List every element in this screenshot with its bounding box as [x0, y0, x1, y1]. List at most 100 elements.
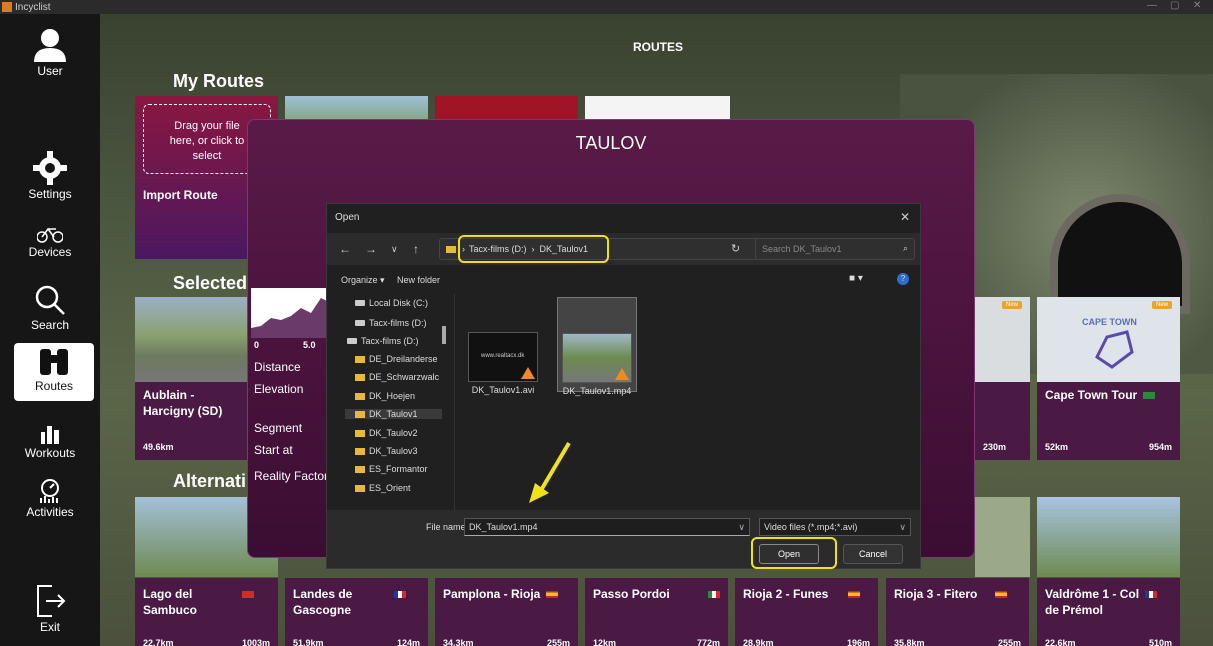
tree-item[interactable]: ES_Formantor [355, 464, 428, 474]
chevron-down-icon[interactable]: ∨ [899, 522, 906, 533]
import-route-title: Import Route [143, 188, 218, 202]
elevation-chart [251, 288, 331, 338]
back-arrow-icon[interactable]: ← [339, 242, 351, 256]
search-input[interactable]: Search DK_Taulov1 ⌕ [755, 238, 915, 260]
sidebar-item-user[interactable]: User [0, 28, 100, 78]
file-item-mp4[interactable]: DK_Taulov1.mp4 [557, 297, 637, 396]
distance-label: Distance [254, 360, 301, 374]
sidebar-label: Exit [39, 620, 60, 634]
sidebar-label: Workouts [24, 446, 76, 460]
forward-arrow-icon[interactable]: → [365, 242, 377, 256]
gear-icon [33, 151, 67, 185]
open-button-highlight [751, 537, 837, 569]
page-title: ROUTES [633, 40, 684, 54]
chevron-down-icon[interactable]: ∨ [738, 522, 745, 533]
video-thumbnail: www.realtacx.dk [468, 332, 538, 382]
route-map-icon [1095, 330, 1134, 369]
route-card-rioja2[interactable]: Rioja 2 - Funes 28.9km 196m [735, 578, 878, 646]
maximize-icon[interactable]: ▢ [1170, 0, 1179, 11]
tree-item[interactable]: DE_Dreilanderse [355, 354, 438, 364]
start-label: Start at [254, 443, 293, 457]
arrow-annotation-icon [529, 441, 571, 503]
route-card-rioja3[interactable]: Rioja 3 - Fitero 35.8km 255m [886, 578, 1029, 646]
route-card-lago[interactable]: Lago del Sambuco 22.7km 1003m [135, 578, 278, 646]
tree-item[interactable]: DE_Schwarzwalc [355, 372, 439, 382]
navigation-pane: Local Disk (C:) Tacx-films (D:) Tacx-fil… [327, 294, 454, 511]
vlc-icon [615, 368, 629, 380]
route-card-pordoi[interactable]: Passo Pordoi 12km 772m [585, 578, 728, 646]
route-card-cape-town[interactable]: CAPE TOWN New Cape Town Tour 52km 954m [1037, 297, 1180, 460]
sidebar-label: Devices [28, 245, 72, 259]
file-name-input[interactable]: DK_Taulov1.mp4 ∨ [464, 518, 750, 536]
cancel-button[interactable]: Cancel [843, 544, 903, 564]
breadcrumb-highlight [458, 235, 609, 263]
section-alternatives: Alternati [173, 471, 247, 491]
dialog-toolbar: Organize ▾ New folder ■ ▾ ? [327, 269, 920, 291]
activities-icon [40, 479, 59, 503]
app-title: Incyclist [15, 1, 51, 13]
up-arrow-icon[interactable]: ↑ [413, 242, 419, 256]
exit-icon [37, 585, 66, 617]
sidebar-item-exit[interactable]: Exit [0, 584, 100, 634]
reality-factor-label: Reality Factor [254, 469, 329, 483]
route-card-valdrome[interactable]: Valdrôme 1 - Col de Prémol 22.6km 510m [1037, 578, 1180, 646]
sidebar-item-workouts[interactable]: Workouts [0, 424, 100, 460]
sidebar-item-settings[interactable]: Settings [0, 151, 100, 201]
tree-item-selected[interactable]: DK_Taulov1 [345, 409, 442, 419]
bike-icon [37, 227, 63, 243]
sidebar-label: Activities [26, 505, 74, 519]
workouts-icon [41, 426, 59, 444]
tree-item[interactable]: Tacx-films (D:) [355, 318, 427, 328]
refresh-icon[interactable]: ↻ [731, 242, 740, 255]
tree-item[interactable]: Local Disk (C:) [355, 298, 428, 308]
close-window-icon[interactable]: ✕ [1193, 0, 1201, 11]
chevron-down-icon[interactable]: ∨ [391, 244, 398, 255]
address-bar-row: ← → ∨ ↑ › Tacx-films (D:) › DK_Taulov1 ∨… [327, 233, 920, 265]
sidebar-item-activities[interactable]: Activities [0, 477, 100, 519]
tree-item[interactable]: DK_Hoejen [355, 391, 415, 401]
close-icon[interactable]: ✕ [900, 210, 910, 224]
route-card-partial[interactable]: New 230m [975, 297, 1030, 460]
tree-item[interactable]: ES_Orient [355, 483, 411, 493]
sidebar-label: Settings [28, 187, 72, 201]
dialog-title: Open [335, 212, 360, 223]
flag-icon [995, 591, 1008, 599]
flag-icon [848, 591, 861, 599]
sidebar-item-routes[interactable]: Routes [14, 343, 94, 401]
tree-item[interactable]: DK_Taulov2 [355, 428, 418, 438]
flag-icon [1145, 591, 1158, 599]
scrollbar[interactable] [442, 326, 446, 344]
open-file-dialog: Open ✕ ← → ∨ ↑ › Tacx-films (D:) › DK_Ta… [326, 203, 921, 569]
file-item-avi[interactable]: www.realtacx.dk DK_Taulov1.avi [463, 332, 543, 395]
video-thumbnail [562, 333, 632, 383]
flag-icon [546, 591, 559, 599]
sidebar-item-search[interactable]: Search [0, 284, 100, 332]
vlc-icon [521, 367, 535, 379]
help-icon[interactable]: ? [897, 273, 909, 285]
elevation-label: Elevation [254, 382, 304, 396]
folder-icon [446, 245, 456, 253]
section-my-routes: My Routes [173, 71, 265, 91]
minimize-icon[interactable]: — [1147, 0, 1157, 11]
file-type-select[interactable]: Video files (*.mp4;*.avi) ∨ [759, 518, 911, 536]
tree-item[interactable]: DK_Taulov3 [355, 446, 418, 456]
flag-icon [242, 591, 255, 599]
sidebar-item-devices[interactable]: Devices [0, 225, 100, 259]
view-options-icon[interactable]: ■ ▾ [849, 273, 863, 284]
route-card[interactable] [975, 497, 1030, 577]
organize-menu[interactable]: Organize ▾ [341, 275, 385, 286]
tree-item[interactable]: Tacx-films (D:) [347, 336, 419, 346]
flag-icon [1143, 392, 1156, 400]
route-card-pamplona[interactable]: Pamplona - Rioja 34.3km 255m [435, 578, 578, 646]
section-selected: Selected [173, 273, 248, 293]
flag-icon [394, 591, 407, 599]
search-icon [35, 285, 65, 315]
new-folder-button[interactable]: New folder [397, 275, 440, 285]
sidebar: User Settings Devices Search Routes Work… [0, 14, 100, 646]
route-card-landes[interactable]: Landes de Gascogne 51.9km 124m [285, 578, 428, 646]
route-card[interactable] [1037, 497, 1180, 577]
search-icon: ⌕ [902, 243, 908, 253]
flag-icon [707, 591, 720, 599]
sidebar-label: User [37, 64, 63, 78]
file-list: www.realtacx.dk DK_Taulov1.avi DK_Taulov… [454, 294, 920, 511]
